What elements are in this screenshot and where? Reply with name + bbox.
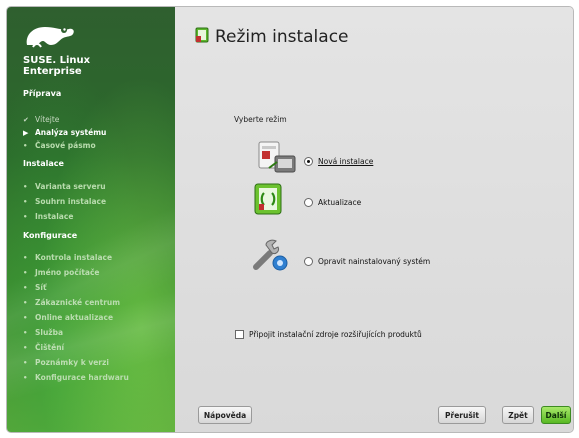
sidebar-item-label: Analýza systému bbox=[35, 128, 107, 137]
sidebar-item-label: Vítejte bbox=[35, 115, 60, 124]
checkbox-label: Připojit instalační zdroje rozšiřujících… bbox=[249, 330, 422, 339]
option-label: Nová instalace bbox=[318, 157, 374, 166]
page-header: Režim instalace bbox=[195, 27, 349, 47]
option-new-install[interactable]: Nová instalace bbox=[304, 157, 373, 166]
sidebar-item-analyza-systemu: ▶ Analýza systému bbox=[23, 128, 106, 137]
install-mode-icon bbox=[195, 27, 209, 47]
section-title-instalace: Instalace bbox=[23, 159, 64, 168]
option-update[interactable]: Aktualizace bbox=[304, 198, 361, 207]
sidebar-item-online-aktualizace: • Online aktualizace bbox=[23, 313, 113, 322]
section-title-priprava: Příprava bbox=[23, 89, 62, 98]
sidebar-item-sluzba: • Služba bbox=[23, 328, 63, 337]
sidebar-item-jmeno-pocitace: • Jméno počítače bbox=[23, 268, 100, 277]
brand-line1: SUSE. Linux bbox=[23, 55, 91, 66]
brand-text: SUSE. Linux Enterprise bbox=[23, 55, 90, 77]
addon-products-checkbox[interactable]: Připojit instalační zdroje rozšiřujících… bbox=[235, 330, 422, 339]
sidebar-item-vitejte: ✔ Vítejte bbox=[23, 115, 59, 124]
abort-button[interactable]: Přerušit bbox=[438, 406, 486, 424]
sidebar-item-label: Poznámky k verzi bbox=[35, 358, 109, 367]
radio-repair[interactable] bbox=[304, 257, 313, 266]
sidebar-item-label: Konfigurace hardwaru bbox=[35, 373, 129, 382]
sidebar-item-label: Varianta serveru bbox=[35, 182, 106, 191]
bullet-icon: • bbox=[23, 313, 28, 322]
bullet-icon: • bbox=[23, 373, 28, 382]
bullet-icon: • bbox=[23, 343, 28, 352]
bullet-icon: • bbox=[23, 141, 28, 150]
bullet-icon: • bbox=[23, 253, 28, 262]
sidebar-item-label: Kontrola instalace bbox=[35, 253, 113, 262]
update-icon bbox=[253, 182, 285, 220]
option-repair[interactable]: Opravit nainstalovaný systém bbox=[304, 257, 430, 266]
option-label: Aktualizace bbox=[318, 198, 362, 207]
bullet-icon: • bbox=[23, 283, 28, 292]
sidebar: SUSE. Linux Enterprise Příprava ✔ Vítejt… bbox=[7, 7, 175, 432]
sidebar-item-sit: • Síť bbox=[23, 283, 47, 292]
sidebar-item-label: Instalace bbox=[35, 212, 74, 221]
bullet-icon: • bbox=[23, 298, 28, 307]
sidebar-item-label: Zákaznické centrum bbox=[35, 298, 121, 307]
radio-new-install[interactable] bbox=[304, 157, 313, 166]
installer-window: SUSE. Linux Enterprise Příprava ✔ Vítejt… bbox=[7, 7, 573, 432]
brand-line2: Enterprise bbox=[23, 66, 82, 77]
sidebar-item-label: Čištění bbox=[35, 343, 65, 352]
checkbox-box[interactable] bbox=[235, 330, 244, 339]
sidebar-item-casove-pasmo: • Časové pásmo bbox=[23, 141, 96, 150]
sidebar-item-konfigurace-hardwaru: • Konfigurace hardwaru bbox=[23, 373, 129, 382]
bullet-icon: • bbox=[23, 268, 28, 277]
suse-logo bbox=[23, 21, 77, 55]
new-install-icon bbox=[255, 140, 297, 180]
sidebar-item-zakaznicke-centrum: • Zákaznické centrum bbox=[23, 298, 120, 307]
next-button[interactable]: Další bbox=[541, 406, 571, 424]
sidebar-item-varianta-serveru: • Varianta serveru bbox=[23, 182, 106, 191]
bullet-icon: • bbox=[23, 182, 28, 191]
check-icon: ✔ bbox=[23, 115, 29, 124]
sidebar-item-poznamky-k-verzi: • Poznámky k verzi bbox=[23, 358, 109, 367]
sidebar-item-label: Služba bbox=[35, 328, 64, 337]
sidebar-item-instalace: • Instalace bbox=[23, 212, 73, 221]
bullet-icon: • bbox=[23, 197, 28, 206]
bullet-icon: • bbox=[23, 212, 28, 221]
sidebar-item-souhrn-instalace: • Souhrn instalace bbox=[23, 197, 106, 206]
repair-wrench-icon bbox=[252, 239, 290, 277]
sidebar-item-cisteni: • Čištění bbox=[23, 343, 64, 352]
bullet-icon: • bbox=[23, 358, 28, 367]
page-title: Režim instalace bbox=[215, 27, 349, 47]
sidebar-item-label: Síť bbox=[35, 283, 47, 292]
bullet-icon: • bbox=[23, 328, 28, 337]
sidebar-item-kontrola-instalace: • Kontrola instalace bbox=[23, 253, 112, 262]
mode-prompt: Vyberte režim bbox=[234, 115, 287, 124]
sidebar-item-label: Jméno počítače bbox=[35, 268, 100, 277]
main-panel: Režim instalace Vyberte režim Nová insta… bbox=[175, 7, 573, 432]
option-label: Opravit nainstalovaný systém bbox=[318, 257, 431, 266]
sidebar-item-label: Online aktualizace bbox=[35, 313, 114, 322]
sidebar-item-label: Souhrn instalace bbox=[35, 197, 107, 206]
radio-update[interactable] bbox=[304, 198, 313, 207]
back-button[interactable]: Zpět bbox=[502, 406, 534, 424]
help-button[interactable]: Nápověda bbox=[198, 406, 252, 424]
section-title-konfigurace: Konfigurace bbox=[23, 231, 78, 240]
arrow-right-icon: ▶ bbox=[23, 128, 29, 137]
sidebar-item-label: Časové pásmo bbox=[35, 141, 96, 150]
